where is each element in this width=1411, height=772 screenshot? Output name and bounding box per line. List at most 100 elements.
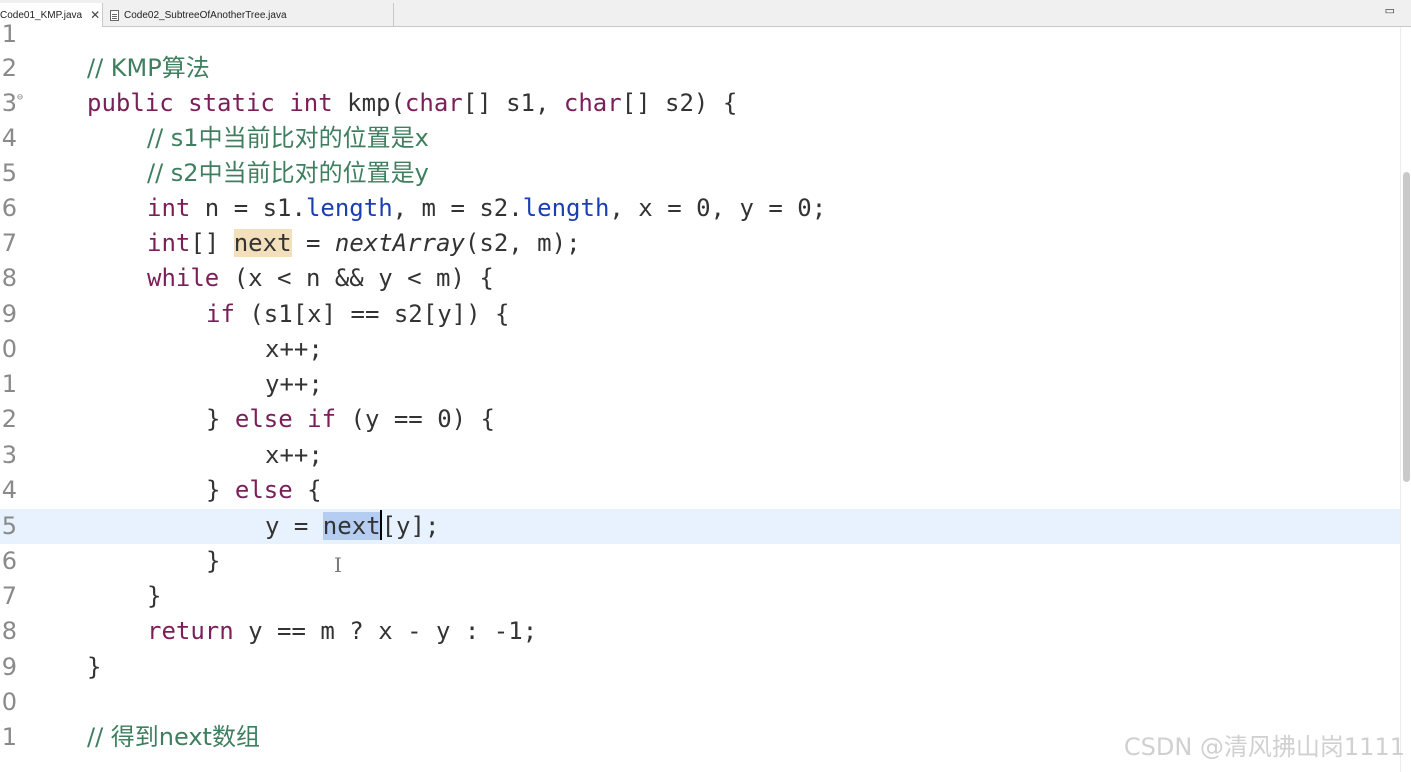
line-number: 5 [1, 512, 17, 540]
code-statement: y++; [265, 370, 323, 398]
code-text: [] s1, [462, 89, 564, 117]
line-number: 4 [1, 476, 17, 504]
keyword: while [147, 264, 220, 292]
code-statement: return y == m ? x - y : -1; [147, 614, 537, 649]
code-line-4: 4 // s1中当前比对的位置是x [0, 121, 1400, 156]
code-text: (x < n && y < m) { [219, 264, 494, 292]
code-text: (s1[x] == s2[y]) { [234, 300, 510, 328]
occurrence-highlight: next [233, 229, 292, 257]
code-line-20: 0 [0, 685, 1400, 720]
line-number: 3 [1, 89, 17, 117]
keyword: char [563, 89, 622, 117]
line-number: 8 [1, 617, 17, 645]
code-text: = [291, 229, 335, 257]
line-number: 0 [1, 688, 17, 716]
code-text: [] s2) { [621, 89, 738, 117]
code-comment: // KMP算法 [87, 54, 210, 82]
code-text: } [206, 405, 235, 433]
code-line-9: 9 if (s1[x] == s2[y]) { [0, 297, 1400, 332]
code-line-13: 3 x++; [0, 438, 1400, 473]
code-comment: // 得到next数组 [87, 723, 260, 751]
code-text: , x = 0, y = 0; [609, 194, 827, 222]
line-number: 9 [1, 653, 17, 681]
code-text: y = [265, 512, 323, 540]
code-statement: y = next[y]; [265, 509, 439, 544]
code-line-5: 5 // s2中当前比对的位置是y [0, 156, 1400, 191]
code-line-1: 1 [0, 17, 1400, 52]
code-statement: x++; [265, 335, 323, 363]
line-number: 8 [1, 264, 17, 292]
keyword: if [206, 300, 235, 328]
code-line-11: 1 y++; [0, 367, 1400, 402]
code-statement: } [87, 653, 102, 681]
keyword: char [404, 89, 463, 117]
method-call: nextArray [334, 229, 465, 257]
keyword: if [307, 405, 337, 433]
code-text: [y]; [381, 512, 440, 540]
code-statement: } [147, 582, 162, 610]
keyword: return [147, 617, 234, 645]
code-statement: } else { [206, 473, 322, 508]
keyword: static [188, 89, 275, 117]
code-comment: // s1中当前比对的位置是x [147, 124, 429, 152]
code-line-14: 4 } else { [0, 473, 1400, 508]
method-signature-kmp: public static int kmp(char[] s1, char[] … [87, 86, 737, 121]
code-line-16: 6 } [0, 544, 1400, 579]
watermark: CSDN @清风拂山岗1111 [1123, 733, 1405, 761]
keyword: int [147, 229, 191, 257]
restore-window-icon[interactable]: ▭ [1385, 4, 1395, 17]
line-number: 4 [1, 124, 17, 152]
code-statement: while (x < n && y < m) { [147, 261, 494, 296]
text-selection: next [322, 512, 381, 540]
vertical-scrollbar[interactable] [1400, 27, 1411, 772]
code-text: y == m ? x - y : -1; [233, 617, 538, 645]
code-statement: } else if (y == 0) { [206, 402, 495, 437]
keyword: int [147, 194, 191, 222]
code-statement: } [206, 547, 221, 575]
line-number: 7 [1, 582, 17, 610]
code-line-18: 8 return y == m ? x - y : -1; [0, 614, 1400, 649]
code-line-10: 0 x++; [0, 332, 1400, 367]
code-statement: if (s1[x] == s2[y]) { [206, 297, 509, 332]
line-number: 3 [1, 441, 17, 469]
code-line-2: 2 // KMP算法 [0, 51, 1400, 86]
line-number: 2 [1, 54, 17, 82]
line-number: 1 [1, 723, 17, 751]
scrollbar-thumb[interactable] [1403, 172, 1410, 482]
code-line-8: 8 while (x < n && y < m) { [0, 261, 1400, 296]
line-number: 5 [1, 159, 17, 187]
mouse-ibeam-cursor: I [334, 553, 342, 577]
line-number: 1 [1, 20, 17, 48]
code-statement: int[] next = nextArray(s2, m); [147, 226, 581, 261]
code-statement: int n = s1.length, m = s2.length, x = 0,… [147, 191, 826, 226]
code-line-6: 6 int n = s1.length, m = s2.length, x = … [0, 191, 1400, 226]
code-line-17: 7 } [0, 579, 1400, 614]
code-line-7: 7 int[] next = nextArray(s2, m); [0, 226, 1400, 261]
fold-collapse-icon[interactable]: ⊖ [17, 92, 23, 103]
code-statement: x++; [265, 441, 323, 469]
code-text: (y == 0) { [336, 405, 496, 433]
keyword: else [234, 405, 293, 433]
line-number: 6 [1, 194, 17, 222]
line-number: 2 [1, 405, 17, 433]
code-comment: // s2中当前比对的位置是y [147, 159, 429, 187]
field-name: length [305, 194, 393, 222]
keyword: else [234, 476, 293, 504]
code-text: n = s1. [190, 194, 306, 222]
code-text: , m = s2. [392, 194, 523, 222]
code-line-3: 3 ⊖ public static int kmp(char[] s1, cha… [0, 86, 1400, 121]
code-text: (s2, m); [464, 229, 581, 257]
code-line-15-current: 5 y = next[y]; [0, 509, 1400, 545]
code-text: [] [190, 229, 234, 257]
code-text: { [292, 476, 322, 504]
code-line-19: 9 } [0, 650, 1400, 685]
line-number: 0 [1, 335, 17, 363]
line-number: 6 [1, 547, 17, 575]
code-editor[interactable]: 1 2 // KMP算法 3 ⊖ public static int kmp(c… [0, 20, 1400, 772]
code-text: kmp( [332, 89, 405, 117]
keyword: int [289, 89, 333, 117]
field-name: length [522, 194, 610, 222]
line-number: 9 [1, 300, 17, 328]
line-number: 7 [1, 229, 17, 257]
